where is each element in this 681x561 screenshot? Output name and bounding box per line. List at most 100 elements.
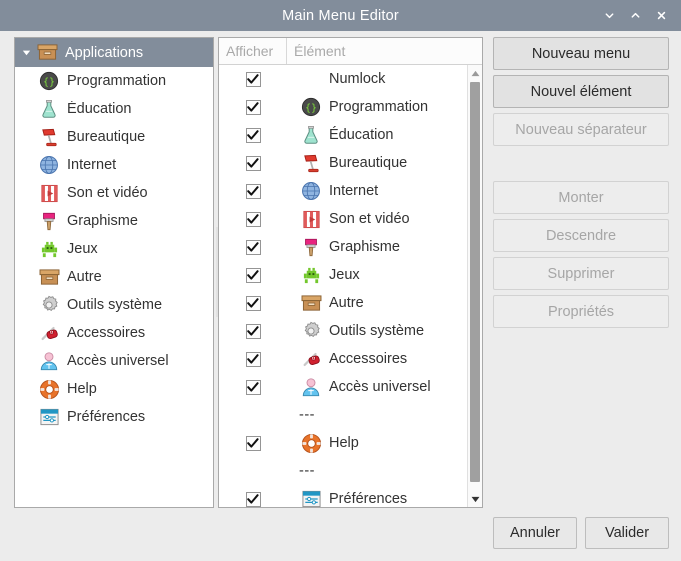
show-checkbox[interactable] — [245, 435, 261, 451]
delete-button[interactable]: Supprimer — [493, 257, 669, 290]
menu-item-row[interactable]: Préférences — [219, 485, 467, 507]
move-down-button[interactable]: Descendre — [493, 219, 669, 252]
dialog-footer: Annuler Valider — [493, 517, 669, 549]
desk-lamp-icon — [37, 126, 61, 148]
tree-item[interactable]: Autre — [15, 263, 213, 291]
alien-invader-icon — [37, 238, 61, 260]
tree-item[interactable]: Préférences — [15, 403, 213, 431]
main-window: Main Menu Editor Applications {} Program… — [0, 0, 681, 561]
gear-icon — [299, 320, 323, 342]
tree-root-applications[interactable]: Applications — [15, 38, 213, 67]
menu-item-row[interactable]: Help — [219, 429, 467, 457]
menu-item-row[interactable]: Graphisme — [219, 233, 467, 261]
code-braces-icon: {} — [299, 96, 323, 118]
swiss-knife-icon — [299, 348, 323, 370]
show-checkbox[interactable] — [245, 155, 261, 171]
menu-item-label: Outils système — [329, 323, 425, 339]
swiss-knife-icon — [37, 322, 61, 344]
show-checkbox[interactable] — [245, 127, 261, 143]
new-menu-button[interactable]: Nouveau menu — [493, 37, 669, 70]
checkbox-cell — [219, 99, 287, 115]
new-element-button[interactable]: Nouvel élément — [493, 75, 669, 108]
flask-icon — [37, 98, 61, 120]
tree-item-label: Préférences — [67, 409, 146, 425]
menu-item-row[interactable]: Son et vidéo — [219, 205, 467, 233]
scrollbar-thumb[interactable] — [470, 82, 480, 482]
tree-item[interactable]: Jeux — [15, 235, 213, 263]
scroll-down-arrow-icon[interactable] — [468, 492, 482, 506]
element-cell: Jeux — [287, 264, 467, 286]
menu-item-label: Accès universel — [329, 379, 431, 395]
tree-root-label: Applications — [65, 44, 144, 61]
menu-separator-row[interactable]: --- — [219, 401, 467, 429]
dialog-body: Applications {} Programmation Éducation Bur… — [0, 31, 681, 561]
chevron-down-icon[interactable] — [19, 46, 33, 60]
desk-lamp-icon — [299, 152, 323, 174]
sliders-icon — [299, 488, 323, 507]
confirm-button[interactable]: Valider — [585, 517, 669, 549]
menu-items-panel[interactable]: Afficher Élément Numlock {} Programmation É… — [218, 37, 483, 508]
show-checkbox[interactable] — [245, 267, 261, 283]
tree-item-label: Programmation — [67, 73, 167, 89]
cancel-button[interactable]: Annuler — [493, 517, 577, 549]
menu-item-row[interactable]: Autre — [219, 289, 467, 317]
menu-item-row[interactable]: Outils système — [219, 317, 467, 345]
menu-tree-panel[interactable]: Applications {} Programmation Éducation Bur… — [14, 37, 214, 508]
tree-item-label: Éducation — [67, 101, 132, 117]
tree-item[interactable]: Accès universel — [15, 347, 213, 375]
menu-item-row[interactable]: {} Programmation — [219, 93, 467, 121]
menu-item-row[interactable]: Éducation — [219, 121, 467, 149]
show-checkbox[interactable] — [245, 183, 261, 199]
tree-item[interactable]: Help — [15, 375, 213, 403]
tree-item[interactable]: Accessoires — [15, 319, 213, 347]
tree-item[interactable]: {} Programmation — [15, 67, 213, 95]
tree-item[interactable]: Outils système — [15, 291, 213, 319]
menu-items-list[interactable]: Numlock {} Programmation Éducation Bureautiq… — [219, 65, 467, 507]
menu-item-row[interactable]: Accessoires — [219, 345, 467, 373]
element-cell: Internet — [287, 180, 467, 202]
gear-icon — [37, 294, 61, 316]
new-separator-button[interactable]: Nouveau séparateur — [493, 113, 669, 146]
checkbox-cell — [219, 239, 287, 255]
show-checkbox[interactable] — [245, 379, 261, 395]
list-scrollbar[interactable] — [467, 65, 482, 507]
close-icon[interactable] — [649, 4, 673, 28]
button-group-gap — [493, 151, 669, 181]
paintbrush-icon — [299, 236, 323, 258]
checkbox-cell — [219, 71, 287, 87]
element-cell: Bureautique — [287, 152, 467, 174]
menu-item-row[interactable]: Internet — [219, 177, 467, 205]
show-checkbox[interactable] — [245, 99, 261, 115]
chevron-up-icon[interactable] — [623, 4, 647, 28]
menu-item-row[interactable]: Jeux — [219, 261, 467, 289]
tree-item[interactable]: Bureautique — [15, 123, 213, 151]
element-cell: Numlock — [287, 68, 467, 90]
move-up-button[interactable]: Monter — [493, 181, 669, 214]
menu-item-row[interactable]: Bureautique — [219, 149, 467, 177]
menu-separator-row[interactable]: --- — [219, 457, 467, 485]
tree-item[interactable]: Internet — [15, 151, 213, 179]
properties-button[interactable]: Propriétés — [493, 295, 669, 328]
chevron-down-icon[interactable] — [597, 4, 621, 28]
menu-item-row[interactable]: Numlock — [219, 65, 467, 93]
element-cell: Autre — [287, 292, 467, 314]
show-checkbox[interactable] — [245, 491, 261, 507]
svg-text:{}: {} — [43, 77, 55, 88]
show-checkbox[interactable] — [245, 211, 261, 227]
show-checkbox[interactable] — [245, 71, 261, 87]
tree-item[interactable]: Graphisme — [15, 207, 213, 235]
show-checkbox[interactable] — [245, 239, 261, 255]
scroll-up-arrow-icon[interactable] — [468, 66, 482, 80]
show-checkbox[interactable] — [245, 351, 261, 367]
archive-box-icon — [299, 292, 323, 314]
show-checkbox[interactable] — [245, 323, 261, 339]
tree-item[interactable]: Son et vidéo — [15, 179, 213, 207]
column-header-element[interactable]: Élément — [287, 38, 482, 64]
tree-item[interactable]: Éducation — [15, 95, 213, 123]
archive-box-icon — [37, 266, 61, 288]
column-header-show[interactable]: Afficher — [219, 38, 287, 64]
show-checkbox[interactable] — [245, 295, 261, 311]
menu-item-row[interactable]: Accès universel — [219, 373, 467, 401]
tree-item-label: Autre — [67, 269, 102, 285]
element-cell: Graphisme — [287, 236, 467, 258]
